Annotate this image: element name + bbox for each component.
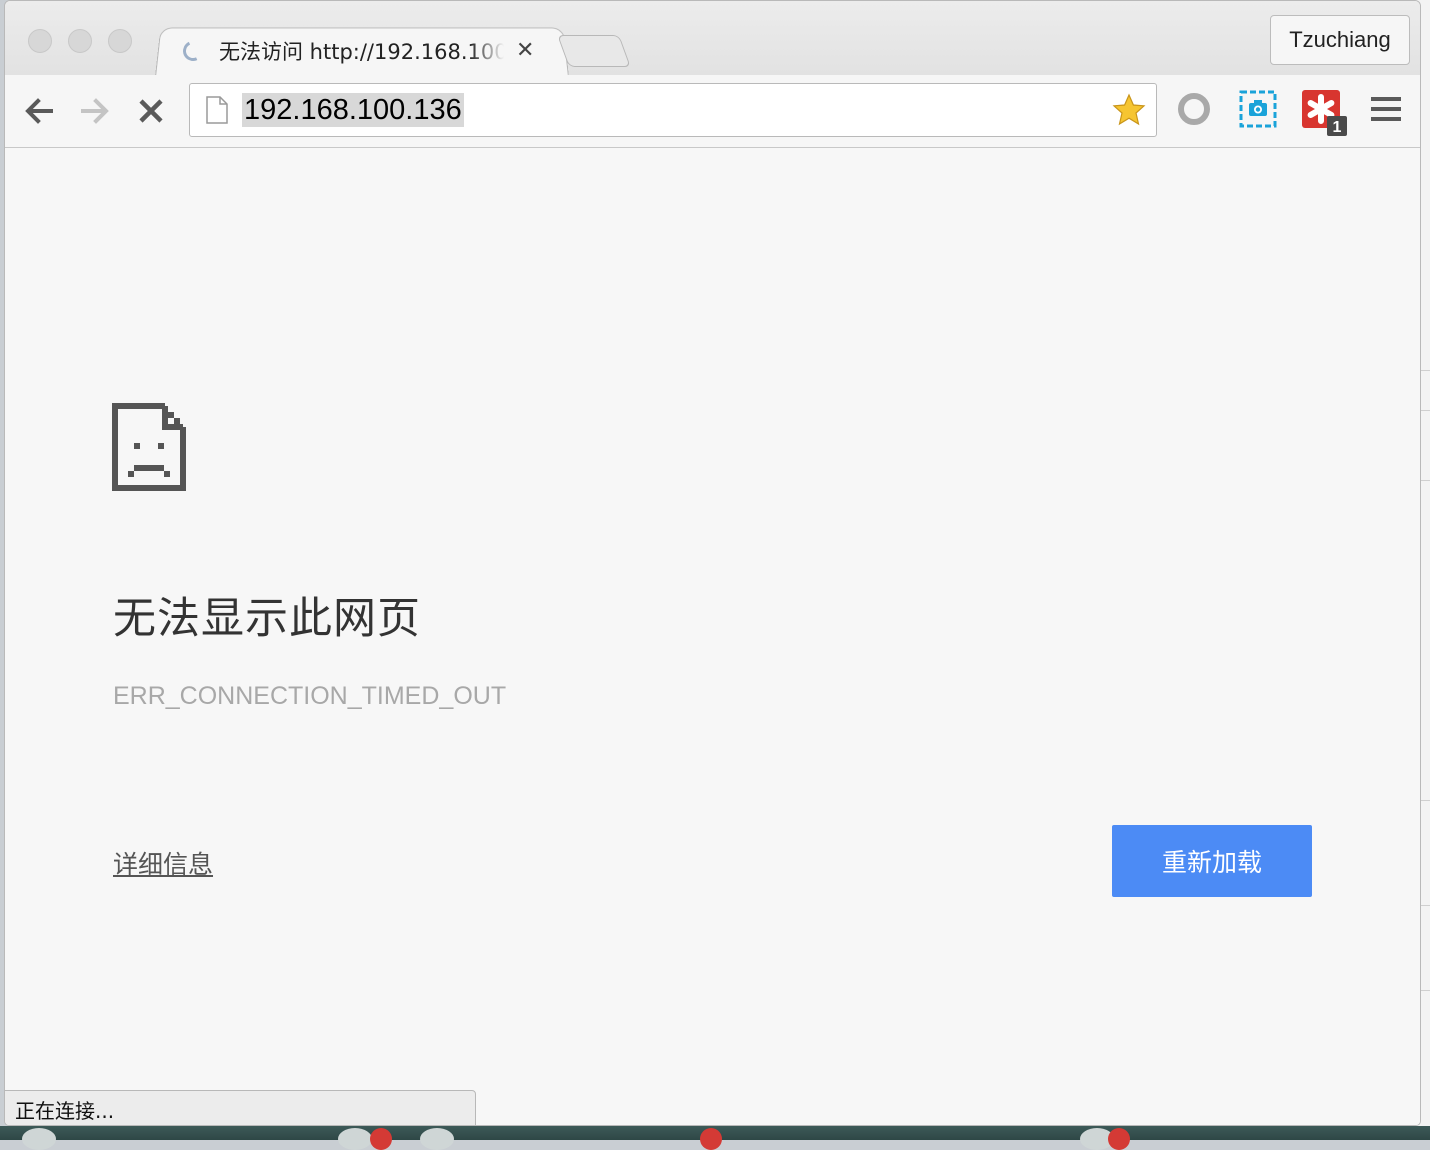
reload-button[interactable]: 重新加载 xyxy=(1112,825,1312,897)
forward-button[interactable] xyxy=(77,93,113,129)
status-bubble: 正在连接... xyxy=(5,1090,476,1125)
address-bar[interactable]: 192.168.100.136 xyxy=(189,83,1157,137)
stop-x-icon xyxy=(139,99,163,123)
page-icon xyxy=(206,96,228,124)
extension-screenshot-button[interactable] xyxy=(1238,89,1278,129)
desktop-dock xyxy=(0,1126,1430,1150)
error-code: ERR_CONNECTION_TIMED_OUT xyxy=(113,682,507,710)
menu-button[interactable] xyxy=(1367,89,1407,129)
stop-loading-button[interactable] xyxy=(133,93,169,129)
minimize-window-button[interactable] xyxy=(68,29,92,53)
dock-app-icon[interactable] xyxy=(338,1128,372,1150)
dock-badge xyxy=(1108,1128,1130,1150)
close-window-button[interactable] xyxy=(28,29,52,53)
sad-page-icon xyxy=(112,403,186,491)
new-tab-button[interactable] xyxy=(557,35,631,67)
bookmark-star-icon[interactable] xyxy=(1112,93,1146,127)
dock-badge xyxy=(370,1128,392,1150)
profile-button[interactable]: Tzuchiang xyxy=(1270,15,1410,65)
red-puzzle-extension-icon: 1 xyxy=(1302,90,1347,136)
tab-content[interactable]: 无法访问 http://192.168.100.136 ✕ xyxy=(180,31,553,71)
extension-red-button[interactable]: 1 xyxy=(1301,89,1347,136)
loading-spinner-icon xyxy=(180,38,206,64)
page-content: 无法显示此网页 ERR_CONNECTION_TIMED_OUT 详细信息 重新… xyxy=(5,148,1420,1125)
browser-toolbar: 192.168.100.136 1 xyxy=(5,75,1420,148)
back-arrow-icon xyxy=(25,98,53,124)
tab-title: 无法访问 http://192.168.100.136 xyxy=(219,40,504,64)
browser-window: 无法访问 http://192.168.100.136 ✕ Tzuchiang xyxy=(4,0,1421,1126)
circle-icon xyxy=(1178,93,1210,125)
error-title: 无法显示此网页 xyxy=(113,594,421,644)
zoom-window-button[interactable] xyxy=(108,29,132,53)
extension-circle-button[interactable] xyxy=(1174,89,1214,129)
dock-app-icon[interactable] xyxy=(22,1128,56,1150)
hamburger-menu-icon xyxy=(1371,97,1401,121)
forward-arrow-icon xyxy=(81,98,109,124)
dock-badge xyxy=(700,1128,722,1150)
title-bar: 无法访问 http://192.168.100.136 ✕ Tzuchiang xyxy=(5,1,1420,77)
close-tab-icon[interactable]: ✕ xyxy=(516,40,534,62)
url-text[interactable]: 192.168.100.136 xyxy=(242,93,464,127)
back-button[interactable] xyxy=(21,93,57,129)
screenshot-camera-icon xyxy=(1239,90,1277,128)
dock-app-icon[interactable] xyxy=(420,1128,454,1150)
extension-badge: 1 xyxy=(1333,119,1342,136)
details-link[interactable]: 详细信息 xyxy=(113,845,213,881)
